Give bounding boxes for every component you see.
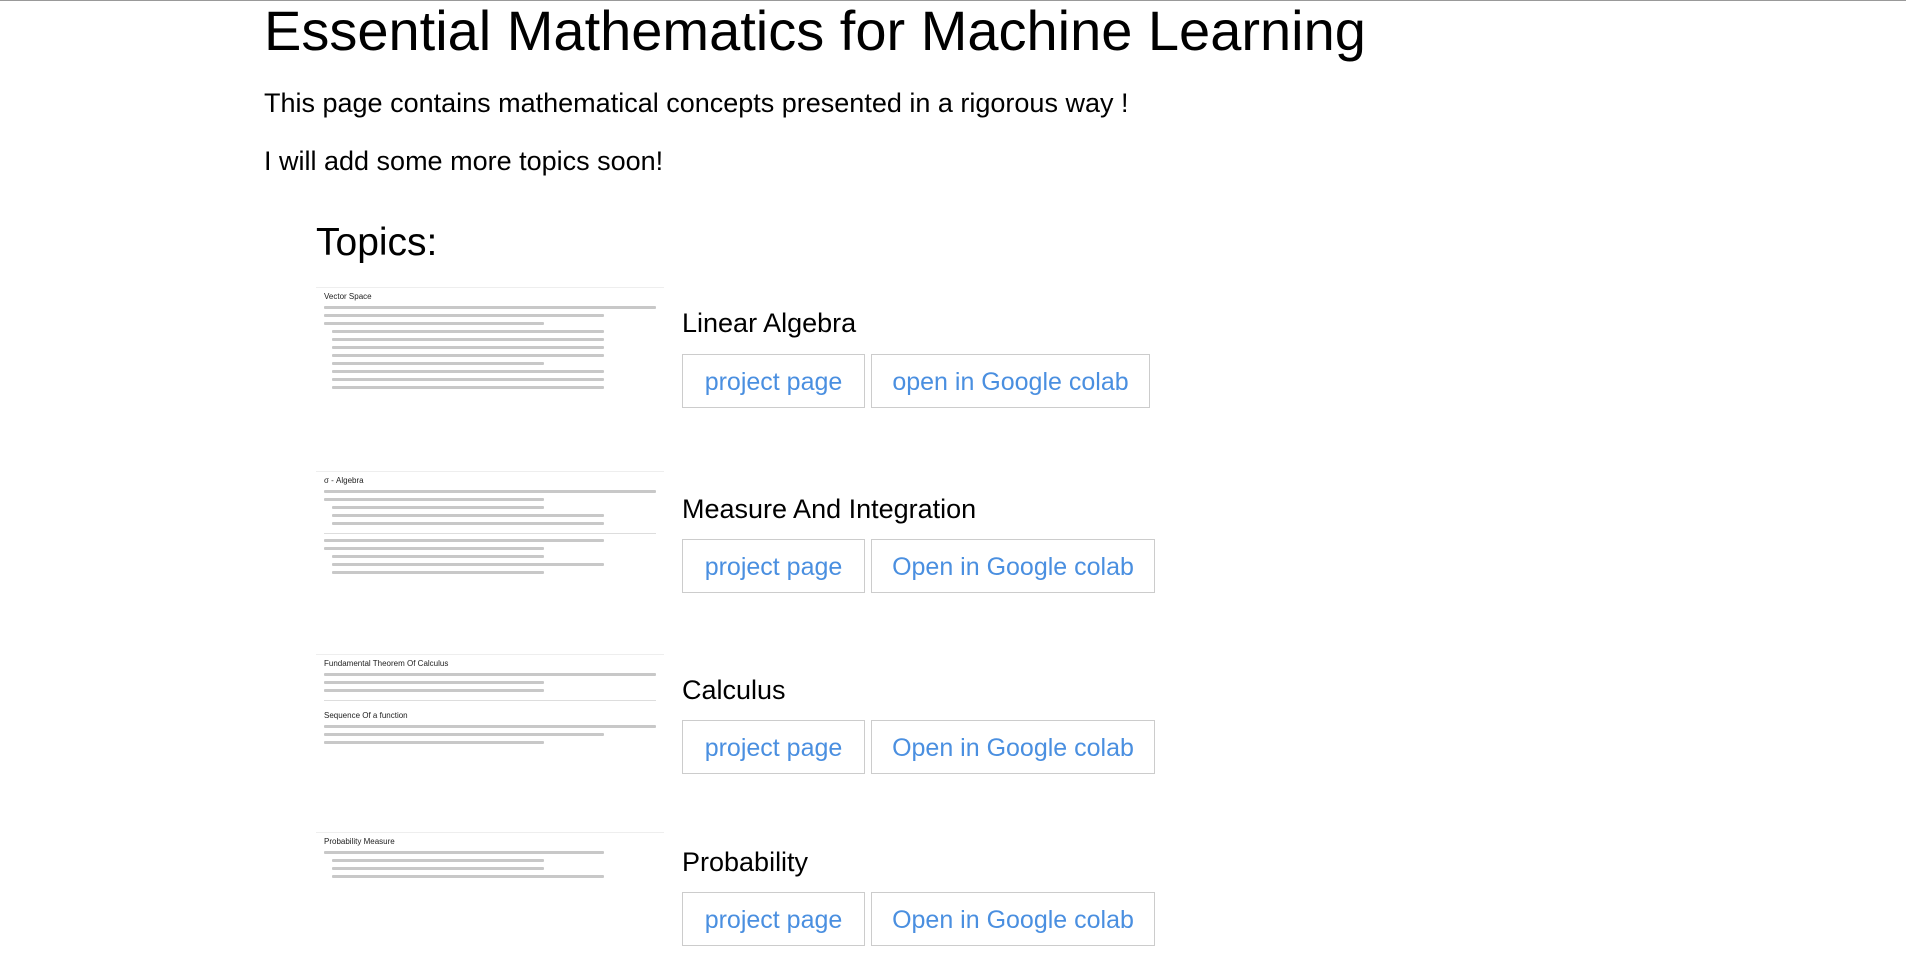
project-page-button[interactable]: project page <box>682 892 865 946</box>
project-page-button[interactable]: project page <box>682 539 865 593</box>
open-colab-button[interactable]: Open in Google colab <box>871 892 1155 946</box>
topic-probability: Probability Measure Probability project … <box>316 832 1316 972</box>
open-colab-button[interactable]: open in Google colab <box>871 354 1150 408</box>
topic-thumbnail[interactable]: σ - Algebra <box>316 471 664 608</box>
thumbnail-title: σ - Algebra <box>324 476 364 485</box>
intro-text: This page contains mathematical concepts… <box>264 88 1129 118</box>
topic-title: Linear Algebra <box>682 308 857 338</box>
topic-title: Measure And Integration <box>682 494 977 524</box>
thumbnail-subtitle: Sequence Of a function <box>324 711 408 720</box>
page-title: Essential Mathematics for Machine Learni… <box>264 0 1366 62</box>
project-page-button[interactable]: project page <box>682 354 865 408</box>
topic-thumbnail[interactable]: Vector Space <box>316 287 664 424</box>
open-colab-button[interactable]: Open in Google colab <box>871 720 1155 774</box>
open-colab-button[interactable]: Open in Google colab <box>871 539 1155 593</box>
topic-title: Calculus <box>682 675 786 705</box>
topic-thumbnail[interactable]: Probability Measure <box>316 832 664 913</box>
thumbnail-title: Fundamental Theorem Of Calculus <box>324 659 449 668</box>
topic-calculus: Fundamental Theorem Of Calculus Sequence… <box>316 654 1316 794</box>
topics-heading: Topics: <box>316 221 438 264</box>
topic-linear-algebra: Vector Space Linear Algebra project page… <box>316 287 1316 427</box>
project-page-button[interactable]: project page <box>682 720 865 774</box>
intro-note: I will add some more topics soon! <box>264 146 664 176</box>
topic-title: Probability <box>682 847 809 877</box>
thumbnail-title: Probability Measure <box>324 837 395 846</box>
topic-measure-integration: σ - Algebra Measure And Integration proj… <box>316 471 1316 611</box>
topic-thumbnail[interactable]: Fundamental Theorem Of Calculus Sequence… <box>316 654 664 791</box>
thumbnail-title: Vector Space <box>324 292 372 301</box>
